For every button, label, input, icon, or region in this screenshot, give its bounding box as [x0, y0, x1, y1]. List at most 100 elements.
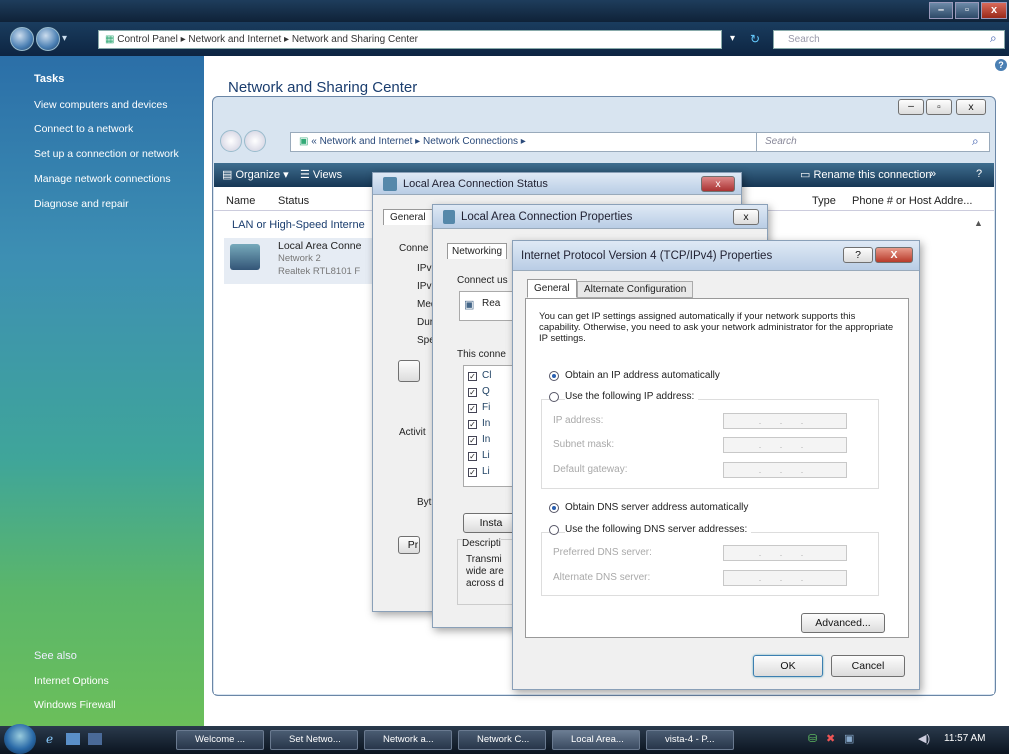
component-checkbox[interactable]: ✓ [468, 452, 477, 461]
ie-quicklaunch-icon[interactable]: ℯ [46, 732, 53, 746]
nc-minimize-button[interactable]: – [898, 99, 924, 115]
maximize-button[interactable]: ▫ [955, 2, 979, 19]
nc-help-icon[interactable]: ? [976, 168, 982, 180]
nc-back-icon[interactable] [220, 130, 242, 152]
component-checkbox[interactable]: ✓ [468, 436, 477, 445]
component-item[interactable]: In [482, 434, 490, 445]
obtain-dns-auto-label[interactable]: Obtain DNS server address automatically [565, 502, 748, 513]
column-type[interactable]: Type [812, 195, 836, 207]
forward-arrow-icon[interactable] [36, 27, 60, 51]
search-icon[interactable]: ⌕ [990, 31, 997, 46]
column-name[interactable]: Name [226, 195, 255, 207]
use-following-ip-label[interactable]: Use the following IP address: [565, 391, 699, 402]
start-button[interactable] [4, 724, 36, 754]
outer-search-input[interactable]: Search [773, 30, 1005, 49]
taskbar-button-active[interactable]: Local Area... [552, 730, 640, 750]
switch-windows-icon[interactable] [88, 733, 102, 745]
nc-search-input[interactable]: Search [756, 132, 990, 152]
refresh-icon[interactable]: ↻ [750, 32, 760, 46]
clock[interactable]: 11:57 AM [944, 733, 986, 744]
task-connect-network[interactable]: Connect to a network [34, 123, 133, 135]
component-item[interactable]: Li [482, 450, 490, 461]
breadcrumb-item[interactable]: Control Panel [117, 34, 178, 45]
preferred-dns-field[interactable]: . . . [723, 545, 847, 561]
show-desktop-icon[interactable] [66, 733, 80, 745]
properties-close-button[interactable]: x [733, 209, 759, 225]
radio-use-following-ip[interactable] [549, 392, 559, 402]
status-close-button[interactable]: x [701, 176, 735, 192]
radio-obtain-ip-auto[interactable] [549, 371, 559, 381]
component-checkbox[interactable]: ✓ [468, 468, 477, 477]
taskbar-button[interactable]: vista-4 - P... [646, 730, 734, 750]
back-arrow-icon[interactable] [10, 27, 34, 51]
see-also-internet-options[interactable]: Internet Options [34, 675, 109, 687]
component-checkbox[interactable]: ✓ [468, 404, 477, 413]
use-following-dns-label[interactable]: Use the following DNS server addresses: [565, 524, 752, 535]
nc-search-icon[interactable]: ⌕ [972, 134, 979, 149]
task-setup-connection[interactable]: Set up a connection or network [34, 148, 179, 160]
properties-tab-networking[interactable]: Networking [447, 243, 508, 259]
recent-pages-chevron-icon[interactable]: ▾ [62, 33, 67, 44]
default-gateway-field[interactable]: . . . [723, 462, 847, 478]
security-tray-icon[interactable]: ✖ [826, 732, 835, 745]
see-also-windows-firewall[interactable]: Windows Firewall [34, 699, 116, 711]
network-tray-icon[interactable]: ⛁ [808, 732, 817, 745]
taskbar-button[interactable]: Set Netwo... [270, 730, 358, 750]
install-button[interactable]: Insta [463, 513, 519, 533]
status-dialog-title: Local Area Connection Status [373, 173, 741, 195]
obtain-ip-auto-label[interactable]: Obtain an IP address automatically [565, 370, 720, 381]
taskbar-button[interactable]: Network C... [458, 730, 546, 750]
advanced-button[interactable]: Advanced... [801, 613, 885, 633]
task-view-computers[interactable]: View computers and devices [34, 99, 167, 111]
status-properties-button[interactable]: Pr [398, 536, 420, 554]
outer-address-bar[interactable]: ▦ Control Panel ▸ Network and Internet ▸… [98, 30, 722, 49]
ipv4-close-button[interactable]: X [875, 247, 913, 263]
subnet-mask-field[interactable]: . . . [723, 437, 847, 453]
connection-item[interactable]: Local Area Conne Network 2 Realtek RTL81… [224, 238, 378, 284]
component-checkbox[interactable]: ✓ [468, 420, 477, 429]
minimize-button[interactable]: – [929, 2, 953, 19]
nc-forward-icon[interactable] [244, 130, 266, 152]
task-diagnose-repair[interactable]: Diagnose and repair [34, 198, 129, 210]
column-phone-host[interactable]: Phone # or Host Addre... [852, 195, 972, 207]
tab-general[interactable]: General [527, 279, 577, 298]
nc-maximize-button[interactable]: ▫ [926, 99, 952, 115]
cancel-button[interactable]: Cancel [831, 655, 905, 677]
component-item[interactable]: Fi [482, 402, 490, 413]
organize-button[interactable]: ▤ Organize ▾ [222, 168, 289, 181]
views-button[interactable]: ☰ Views [300, 168, 342, 181]
status-side-button[interactable] [398, 360, 420, 382]
nc-breadcrumb[interactable]: « Network and Internet ▸ Network Connect… [311, 136, 526, 147]
component-item[interactable]: In [482, 418, 490, 429]
component-item[interactable]: Cl [482, 370, 491, 381]
ipv4-help-button[interactable]: ? [843, 247, 873, 263]
status-tab-general[interactable]: General [383, 209, 433, 225]
component-item[interactable]: Li [482, 466, 490, 477]
rename-connection-button[interactable]: ▭ Rename this connection [800, 168, 931, 181]
column-status[interactable]: Status [278, 195, 309, 207]
volume-tray-icon[interactable]: ◀) [918, 732, 930, 745]
status-label: IPv [417, 263, 432, 274]
component-checkbox[interactable]: ✓ [468, 372, 477, 381]
tray-icon[interactable]: ▣ [844, 732, 854, 745]
tab-alternate-configuration[interactable]: Alternate Configuration [577, 281, 694, 298]
radio-obtain-dns-auto[interactable] [549, 503, 559, 513]
taskbar-button[interactable]: Network a... [364, 730, 452, 750]
address-dropdown-icon[interactable]: ▾ [730, 33, 735, 44]
help-icon[interactable]: ? [995, 59, 1007, 71]
alternate-dns-field[interactable]: . . . [723, 570, 847, 586]
radio-use-following-dns[interactable] [549, 525, 559, 535]
component-checkbox[interactable]: ✓ [468, 388, 477, 397]
collapse-group-icon[interactable]: ▲ [974, 218, 983, 228]
breadcrumb-item[interactable]: Network and Sharing Center [292, 34, 418, 45]
ok-button[interactable]: OK [753, 655, 823, 677]
taskbar-button[interactable]: Welcome ... [176, 730, 264, 750]
ip-address-field[interactable]: . . . [723, 413, 847, 429]
toolbar-more-button[interactable]: » [930, 168, 936, 180]
close-button[interactable]: x [981, 2, 1007, 19]
component-item[interactable]: Q [482, 386, 490, 397]
breadcrumb-item[interactable]: Network and Internet [188, 34, 281, 45]
task-manage-connections[interactable]: Manage network connections [34, 173, 171, 185]
adapter-name: Rea [482, 298, 501, 309]
nc-close-button[interactable]: x [956, 99, 986, 115]
